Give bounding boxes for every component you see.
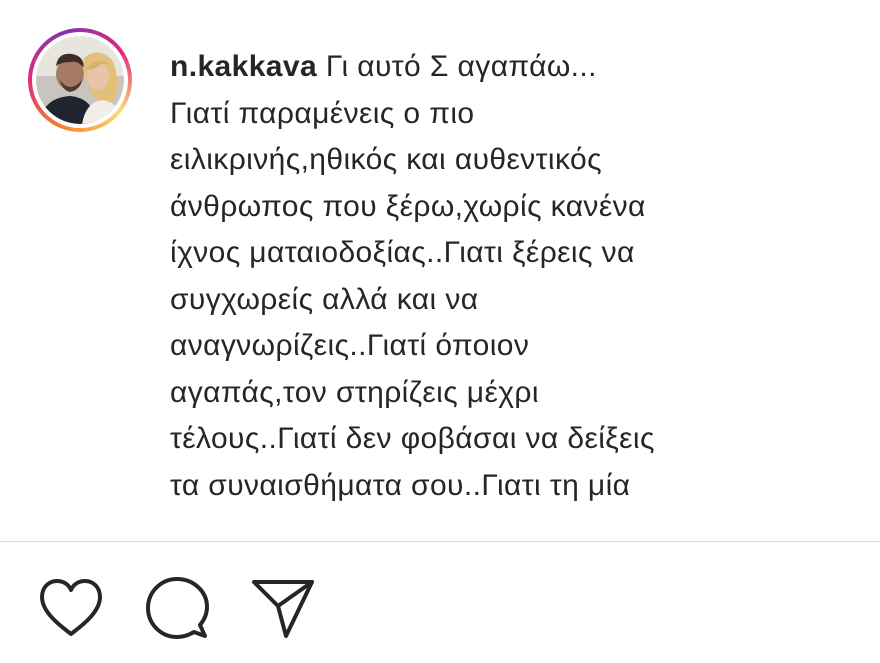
divider [0,541,880,542]
caption-line: αναγνωρίζεις..Γιατί όποιον [170,329,530,362]
caption-line: αγαπάς,τον στηρίζεις μέχρι [170,375,539,409]
avatar-ring-gap [32,32,128,128]
comment-button[interactable] [142,573,212,643]
caption-line: συγχωρείς αλλά και να [170,282,479,316]
share-button[interactable] [248,573,318,643]
avatar-story-ring[interactable] [28,28,132,132]
heart-icon [40,579,102,636]
caption-line: τα συναισθήματα σου..Γιατι τη μία [170,468,631,502]
caption-line: Γιατί παραμένεις ο πιο [170,96,475,130]
caption-line: άνθρωπος που ξέρω,χωρίς κανένα [170,189,646,223]
caption-text: Γι αυτό Σ αγαπάω... [325,50,597,83]
post-caption: n.kakkava Γι αυτό Σ αγαπάω... Γιατί παρα… [170,44,860,509]
comment-icon [146,577,209,639]
post-actions-bar [36,573,354,643]
caption-line-1: n.kakkava Γι αυτό Σ αγαπάω... [170,44,860,91]
caption-line: ίχνος ματαιοδοξίας..Γιατι ξέρεις να [170,236,635,269]
instagram-post: n.kakkava Γι αυτό Σ αγαπάω... Γιατί παρα… [0,0,880,663]
like-button[interactable] [36,573,106,643]
username-link[interactable]: n.kakkava [170,50,317,83]
share-icon [252,580,314,638]
caption-line: ειλικρινής,ηθικός και αυθεντικός [170,143,602,176]
caption-line: τέλους..Γιατί δεν φοβάσαι να δείξεις [170,422,655,455]
avatar[interactable] [36,36,124,124]
